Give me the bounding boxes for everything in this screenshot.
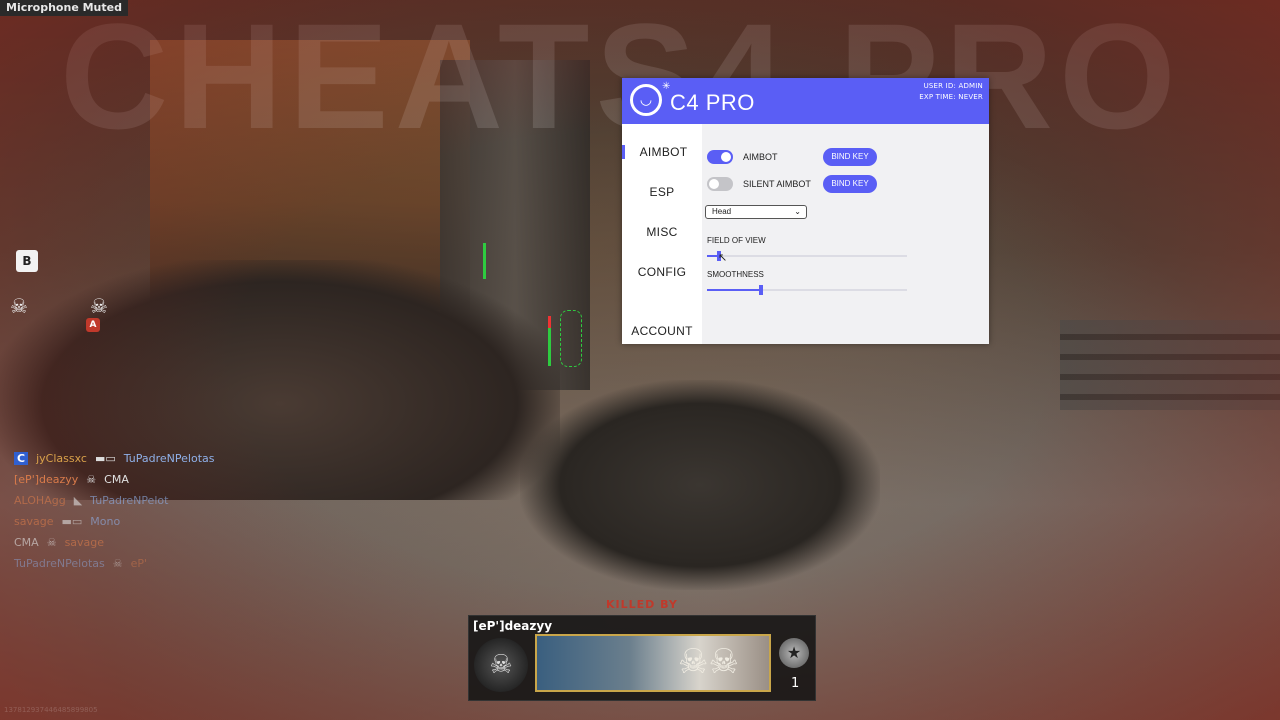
killfeed: C jyClassxc ▬▭ TuPadreNPelotas [eP']deaz… [14,448,215,574]
tab-aimbot[interactable]: AIMBOT [622,145,702,159]
silent-aimbot-label: SILENT AIMBOT [743,179,811,189]
killfeed-victim: eP' [130,557,148,570]
user-id-label: USER ID: ADMIN [923,82,983,90]
tab-account[interactable]: ACCOUNT [622,324,702,338]
mouse-cursor-icon: ↖ [718,251,728,264]
smoothness-slider-thumb[interactable] [759,285,763,295]
killfeed-row: ALOHAgg ◣ TuPadreNPelot [14,490,215,511]
esp-skeleton [560,310,582,367]
logo-face-icon: ◡ [630,84,662,116]
killer-name: [eP']deazyy [473,619,553,633]
tab-esp[interactable]: ESP [622,185,702,199]
aimbot-toggle[interactable] [707,150,733,164]
rifle-icon: ▬▭ [94,452,116,465]
rank-star-icon: ★ [779,638,809,668]
killfeed-attacker: TuPadreNPelotas [14,557,105,570]
aimbot-label: AIMBOT [743,152,778,162]
tab-config[interactable]: CONFIG [622,265,702,279]
target-bone-select[interactable]: Head ⌄ [705,205,807,219]
killfeed-victim: CMA [104,473,129,486]
toggle-knob [709,179,719,189]
killfeed-attacker: savage [14,515,54,528]
player-marker-icon: C [14,452,29,465]
fov-slider[interactable] [707,251,907,261]
calling-card: ☠☠ [535,634,771,692]
skulls-icon: ☠☠ [678,642,739,682]
target-bone-value: Head [712,207,732,216]
fov-label: FIELD OF VIEW [707,236,766,245]
tab-misc[interactable]: MISC [622,225,702,239]
killfeed-attacker: [eP']deazyy [14,473,79,486]
killfeed-row: C jyClassxc ▬▭ TuPadreNPelotas [14,448,215,469]
killfeed-victim: Mono [90,515,121,528]
reaper-emblem-icon: ☠ [474,638,528,692]
objective-b-marker: B [16,250,38,272]
skull-icon: ☠ [46,536,57,549]
esp-health-bar [548,316,551,328]
killfeed-row: CMA ☠ savage [14,532,215,553]
exp-time-label: EXP TIME: NEVER [919,93,983,101]
killfeed-victim: TuPadreNPelot [90,494,169,507]
killfeed-victim: TuPadreNPelotas [123,452,215,465]
smoothness-slider[interactable] [707,285,907,295]
user-info: USER ID: ADMIN EXP TIME: NEVER [919,81,983,103]
pistol-icon: ◣ [73,494,83,507]
panel-header: ◡ ✳ C4 PRO USER ID: ADMIN EXP TIME: NEVE… [622,78,989,124]
killfeed-attacker: jyClassxc [36,452,87,465]
killcam-card: [eP']deazyy ☠ ☠☠ ★ 1 [468,615,816,701]
skull-icon: ☠ [112,557,123,570]
objective-b-label: B [22,254,32,268]
skull-icon: ☠ [10,294,28,318]
killfeed-row: TuPadreNPelotas ☠ eP' [14,553,215,574]
silent-aimbot-toggle[interactable] [707,177,733,191]
watermark-text: CHEATS4.PRO [60,0,1182,160]
toggle-knob [721,152,731,162]
panel-sidebar: AIMBOT ESP MISC CONFIG ACCOUNT [622,124,702,344]
smoothness-label: SMOOTHNESS [707,270,764,279]
objective-a-marker: A [86,318,100,332]
rank-level: 1 [791,676,800,691]
killfeed-victim: savage [64,536,105,549]
rifle-icon: ▬▭ [61,515,83,528]
background-fallen-soldier [520,380,880,590]
killed-by-label: KILLED BY [606,598,678,611]
killfeed-row: [eP']deazyy ☠ CMA [14,469,215,490]
footer-id: 137812937446485899805 [4,706,98,714]
panel-title: C4 PRO [670,90,755,115]
cheat-menu-panel: ◡ ✳ C4 PRO USER ID: ADMIN EXP TIME: NEVE… [622,78,989,344]
aimbot-bind-key-button[interactable]: BIND KEY [823,148,877,166]
killfeed-row: savage ▬▭ Mono [14,511,215,532]
skull-icon: ☠ [90,294,108,318]
esp-health-bar [483,243,486,279]
mic-status-label: Microphone Muted [0,0,128,16]
killfeed-attacker: CMA [14,536,39,549]
panel-content: AIMBOT BIND KEY SILENT AIMBOT BIND KEY H… [702,124,989,344]
objective-a-label: A [89,320,97,330]
background-shells [1060,320,1280,410]
chevron-down-icon: ⌄ [794,207,801,216]
smoothness-slider-fill [707,289,761,291]
skull-icon: ☠ [86,473,97,486]
silent-aimbot-bind-key-button[interactable]: BIND KEY [823,175,877,193]
killfeed-attacker: ALOHAgg [14,494,66,507]
